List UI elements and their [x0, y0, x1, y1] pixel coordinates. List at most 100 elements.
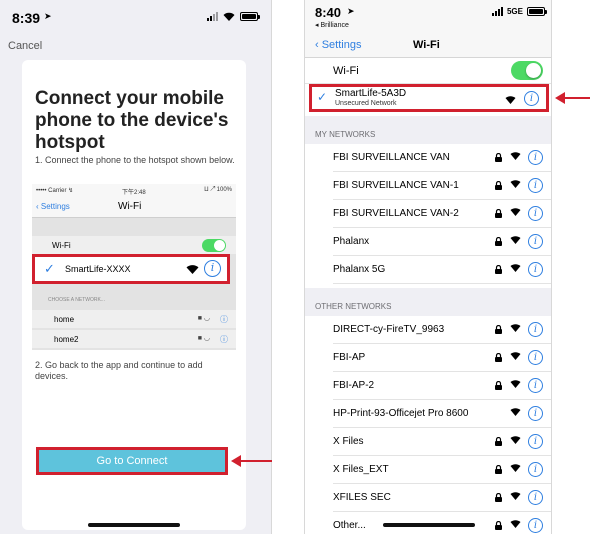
- network-name: Phalanx: [333, 236, 370, 247]
- wifi-icon: [510, 463, 521, 475]
- info-icon[interactable]: i: [528, 378, 543, 393]
- mini-clock: 下午2:48: [122, 190, 146, 196]
- cancel-button[interactable]: Cancel: [8, 40, 42, 52]
- info-icon[interactable]: i: [528, 234, 543, 249]
- lock-icon: [495, 380, 502, 392]
- mini-wifi-toggle: [202, 239, 226, 252]
- settings-back-button[interactable]: ‹ Settings: [315, 39, 361, 51]
- lock-icon: ■ ◡: [197, 335, 210, 342]
- network-row[interactable]: XFILES SEC i: [305, 484, 551, 512]
- info-icon[interactable]: i: [528, 178, 543, 193]
- network-row[interactable]: Phalanx 5G i: [305, 256, 551, 284]
- highlighted-hotspot-row: ✓ SmartLife-XXXX i: [32, 254, 230, 284]
- lock-icon: [495, 152, 502, 164]
- network-name: Phalanx 5G: [333, 264, 386, 275]
- info-icon[interactable]: i: [528, 322, 543, 337]
- network-row[interactable]: FBI-AP i: [305, 344, 551, 372]
- wifi-toggle-row: Wi-Fi: [305, 58, 551, 84]
- network-name: Other...: [333, 520, 366, 531]
- left-phone-screen: 8:39 ➤ Cancel Connect your mobile phone …: [0, 0, 272, 534]
- network-name: X Files: [333, 436, 364, 447]
- go-to-connect-button[interactable]: Go to Connect: [36, 447, 228, 475]
- network-name: X Files_EXT: [333, 464, 389, 475]
- wifi-icon: [186, 265, 199, 274]
- lock-icon: [495, 492, 502, 504]
- mini-wifi-label: Wi-Fi: [52, 241, 71, 250]
- annotation-arrow: [231, 455, 272, 467]
- lock-icon: ■ ◡: [197, 315, 210, 322]
- section-header-label: OTHER NETWORKS: [315, 302, 392, 311]
- lock-icon: [495, 264, 502, 276]
- info-icon[interactable]: i: [528, 518, 543, 533]
- info-icon[interactable]: i: [528, 434, 543, 449]
- info-icon[interactable]: i: [528, 150, 543, 165]
- connected-network-subtitle: Unsecured Network: [335, 100, 397, 107]
- info-icon[interactable]: i: [528, 406, 543, 421]
- right-status-bar: 8:40 ➤ ◂ Brilliance 5GE: [305, 0, 551, 34]
- info-icon: i: [204, 260, 221, 277]
- wifi-icon: [510, 323, 521, 335]
- my-networks-header: MY NETWORKS: [305, 116, 551, 144]
- lock-icon: [495, 180, 502, 192]
- step-two-text: 2. Go back to the app and continue to ad…: [35, 360, 203, 381]
- network-name: DIRECT-cy-FireTV_9963: [333, 324, 445, 335]
- wifi-icon: [510, 407, 521, 419]
- info-icon[interactable]: i: [528, 350, 543, 365]
- mini-network-row: home2 ■ ◡ ⓘ: [32, 330, 236, 348]
- lock-icon: [495, 436, 502, 448]
- info-icon[interactable]: i: [528, 462, 543, 477]
- network-name: XFILES SEC: [333, 492, 391, 503]
- left-status-bar: 8:39 ➤: [0, 0, 271, 30]
- network-row[interactable]: FBI-AP-2 i: [305, 372, 551, 400]
- checkmark-icon: ✓: [44, 261, 55, 276]
- back-to-app-link[interactable]: ◂ Brilliance: [315, 21, 349, 29]
- wifi-icon: [510, 151, 521, 163]
- mini-network-name: home2: [54, 335, 79, 344]
- cellular-signal-icon: [491, 7, 503, 16]
- network-row[interactable]: X Files_EXT i: [305, 456, 551, 484]
- mini-battery: ⨿ ↗ 100%: [204, 187, 232, 193]
- wifi-toggle[interactable]: [511, 61, 543, 80]
- info-icon: ⓘ: [220, 335, 228, 344]
- info-icon[interactable]: i: [528, 490, 543, 505]
- network-row[interactable]: HP-Print-93-Officejet Pro 8600 i: [305, 400, 551, 428]
- location-arrow-icon: ➤: [44, 11, 52, 21]
- network-row[interactable]: X Files i: [305, 428, 551, 456]
- hotspot-name: SmartLife-XXXX: [65, 264, 131, 274]
- info-icon[interactable]: i: [528, 206, 543, 221]
- info-icon[interactable]: i: [524, 91, 539, 106]
- network-name: HP-Print-93-Officejet Pro 8600: [333, 408, 469, 419]
- battery-icon: [240, 12, 260, 21]
- mini-wifi-row: Wi-Fi: [32, 236, 236, 254]
- info-icon[interactable]: i: [528, 262, 543, 277]
- lock-icon: [495, 324, 502, 336]
- section-header-label: MY NETWORKS: [315, 130, 376, 139]
- wifi-label: Wi-Fi: [333, 65, 359, 77]
- cellular-signal-icon: [207, 12, 218, 21]
- lock-icon: [495, 208, 502, 220]
- network-name: FBI-AP-2: [333, 380, 375, 391]
- right-phone-screen: 8:40 ➤ ◂ Brilliance 5GE ‹ Settings Wi-Fi…: [304, 0, 552, 534]
- network-row[interactable]: FBI SURVEILLANCE VAN-1 i: [305, 172, 551, 200]
- network-name: FBI-AP: [333, 352, 366, 363]
- wifi-icon: [510, 263, 521, 275]
- connected-network-name: SmartLife-5A3D: [335, 88, 407, 99]
- home-indicator: [88, 523, 180, 527]
- wifi-icon: [510, 179, 521, 191]
- network-row[interactable]: Phalanx i: [305, 228, 551, 256]
- wifi-icon: [223, 12, 235, 21]
- mini-nav-bar: ‹ Settings Wi-Fi: [32, 196, 236, 218]
- network-name: FBI SURVEILLANCE VAN: [333, 152, 450, 163]
- left-status-time: 8:39: [12, 10, 41, 26]
- lock-icon: [495, 464, 502, 476]
- location-arrow-icon: ➤: [347, 6, 355, 16]
- mini-choose-network-header: CHOOSE A NETWORK...: [48, 297, 105, 303]
- wifi-icon: [510, 379, 521, 391]
- network-row[interactable]: DIRECT-cy-FireTV_9963 i: [305, 316, 551, 344]
- mini-network-name: home: [54, 315, 75, 324]
- network-row[interactable]: FBI SURVEILLANCE VAN-2 i: [305, 200, 551, 228]
- lock-icon: [495, 236, 502, 248]
- wifi-icon: [510, 435, 521, 447]
- connected-network-row[interactable]: ✓ SmartLife-5A3D Unsecured Network i: [309, 84, 549, 112]
- network-row[interactable]: FBI SURVEILLANCE VAN i: [305, 144, 551, 172]
